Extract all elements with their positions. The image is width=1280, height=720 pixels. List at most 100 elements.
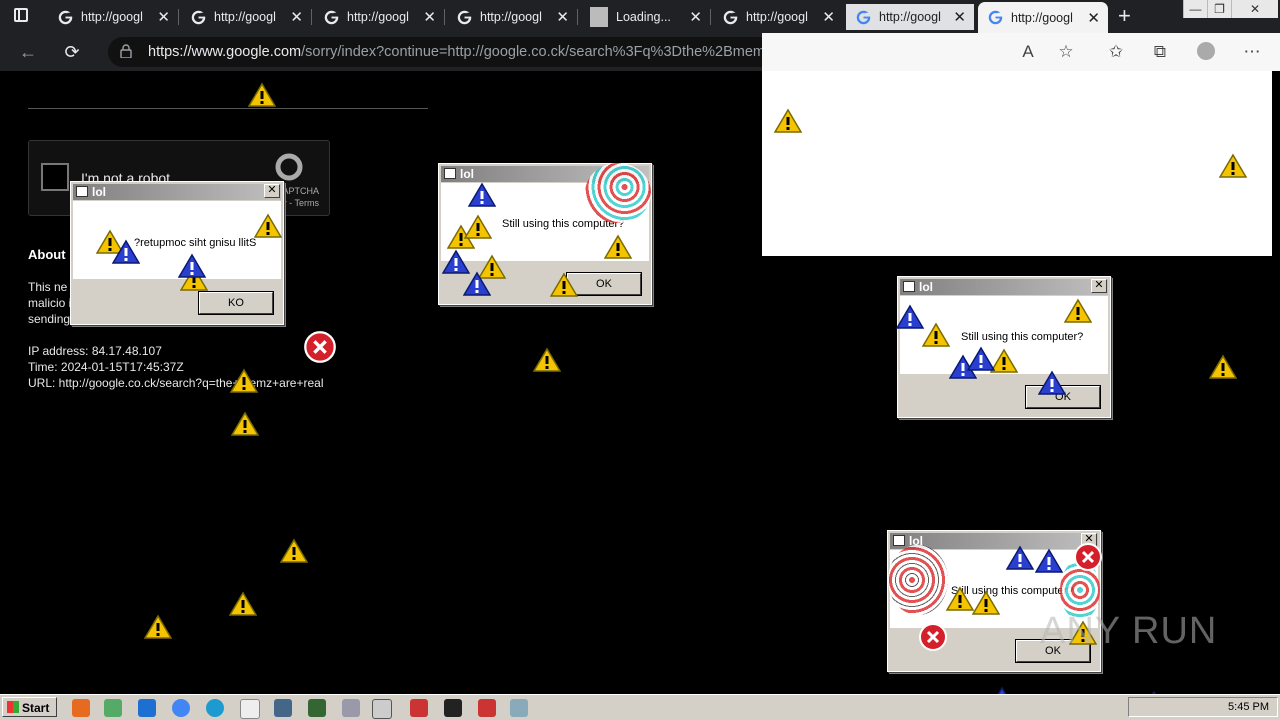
add-favorite-icon[interactable]: ☆ [1056, 42, 1076, 62]
tab-title: http://googl [480, 10, 542, 24]
favorites-icon[interactable]: ✩ [1106, 42, 1126, 62]
warning-icon [922, 322, 950, 347]
warning-icon [604, 234, 632, 259]
browser-tab-active[interactable]: http://googl ✕ [978, 2, 1108, 33]
edge-icon[interactable] [206, 699, 224, 717]
tab-close-icon[interactable]: ✕ [423, 8, 436, 26]
tab-title: http://googl [746, 10, 808, 24]
anyrun-watermark: ANY RUN [1040, 610, 1218, 652]
info-icon [112, 239, 140, 264]
warning-icon [1209, 354, 1237, 379]
google-favicon-icon [856, 10, 871, 24]
tab-close-icon[interactable]: ✕ [689, 8, 702, 26]
clock: 5:45 PM [1228, 701, 1269, 713]
computer-icon[interactable] [274, 699, 292, 717]
app-icon[interactable] [478, 699, 496, 717]
info-icon [178, 253, 206, 278]
browser-tab[interactable]: http://googl ✕ [713, 4, 843, 30]
browser-tab[interactable]: http://googl ✕ [314, 4, 445, 30]
warning-icon [230, 368, 258, 393]
dialog-titlebar: lol [900, 279, 1108, 295]
back-icon[interactable]: ← [18, 42, 38, 62]
chrome-icon[interactable] [172, 699, 190, 717]
dialog-message: ?retupmoc siht gnisu llitS [134, 237, 257, 249]
error-icon [919, 623, 947, 651]
swirl-artifact [585, 163, 651, 223]
tab-title: http://googl [879, 10, 941, 24]
tab-close-icon[interactable]: ✕ [953, 8, 966, 26]
calculator-icon[interactable] [342, 699, 360, 717]
recaptcha-logo-icon [275, 153, 303, 181]
windows-logo-icon [7, 701, 19, 713]
browser-content-pane [762, 71, 1272, 256]
warning-icon [533, 347, 561, 372]
browser-tab[interactable]: http://googl ✕ [48, 4, 179, 30]
url-line: URL: http://google.co.ck/search?q=the+me… [28, 376, 324, 390]
google-favicon-icon [58, 10, 73, 24]
warning-icon [231, 411, 259, 436]
tab-close-icon[interactable]: ✕ [1087, 9, 1100, 27]
tab-actions-menu-icon[interactable] [14, 8, 28, 22]
error-icon [1074, 543, 1102, 571]
tab-close-icon[interactable]: ✕ [556, 8, 569, 26]
info-icon [1006, 545, 1034, 570]
tab-close-icon[interactable]: ✕ [157, 8, 170, 26]
browser-tab[interactable]: http://googl ✕ [447, 4, 578, 30]
recaptcha-checkbox[interactable] [41, 163, 69, 191]
new-tab-icon[interactable]: + [1118, 4, 1136, 28]
app-icon[interactable] [410, 699, 428, 717]
warning-icon [972, 590, 1000, 615]
swirl-artifact [888, 545, 948, 615]
dialog-title: lol [919, 280, 933, 294]
close-window-icon[interactable]: ✕ [1231, 0, 1278, 18]
profile-avatar-icon[interactable] [1196, 42, 1216, 62]
url-domain: https://www.google.com [148, 44, 302, 60]
paint-icon[interactable] [510, 699, 528, 717]
browser-tab[interactable]: Loading... ✕ [580, 4, 711, 30]
tab-close-icon[interactable]: ✕ [822, 8, 835, 26]
cmd-icon[interactable] [444, 699, 462, 717]
loading-page-icon [590, 7, 608, 27]
ok-button[interactable]: OK [566, 272, 642, 296]
tab-title: http://googl [214, 10, 276, 24]
warning-icon [254, 213, 282, 238]
dialog-close-icon[interactable]: ✕ [264, 184, 280, 198]
tab-title: http://googl [1011, 10, 1073, 25]
dialog-close-icon[interactable]: ✕ [1091, 279, 1107, 293]
warning-icon [464, 214, 492, 239]
refresh-icon[interactable]: ⟳ [62, 42, 82, 62]
browser-tab[interactable]: http://googl ✕ [181, 4, 312, 30]
folder-icon[interactable] [104, 699, 122, 717]
system-tray: 5:45 PM [1128, 697, 1278, 717]
divider [28, 108, 428, 109]
start-label: Start [22, 701, 50, 715]
read-aloud-icon[interactable]: A [1018, 42, 1038, 62]
recaptcha-terms-link[interactable]: y - Terms [282, 198, 319, 208]
warning-icon [144, 614, 172, 639]
start-button[interactable]: Start [2, 697, 57, 717]
info-icon [896, 304, 924, 329]
browser-tab[interactable]: http://googl ✕ [846, 4, 974, 30]
minimize-icon[interactable]: — [1183, 0, 1207, 18]
media-player-icon[interactable] [138, 699, 156, 717]
google-favicon-icon [457, 10, 472, 24]
app-icon [444, 168, 456, 179]
firefox-icon[interactable] [72, 699, 90, 717]
warning-icon [229, 591, 257, 616]
dialog-message: Still using this computer? [961, 331, 1084, 343]
collections-icon[interactable]: ⧉ [1150, 42, 1170, 62]
address-bar[interactable]: https://www.google.com/sorry/index?conti… [108, 37, 1065, 67]
info-icon [463, 271, 491, 296]
ip-address-line: IP address: 84.17.48.107 [28, 344, 162, 358]
network-icon[interactable] [308, 699, 326, 717]
google-favicon-icon [191, 10, 206, 24]
google-favicon-icon [988, 10, 1003, 25]
calendar-icon[interactable] [372, 699, 392, 719]
ok-button[interactable]: KO [198, 291, 274, 315]
more-menu-icon[interactable]: ⋯ [1242, 42, 1262, 62]
notepad-icon[interactable] [240, 699, 260, 719]
tab-close-icon[interactable]: ✕ [290, 8, 303, 26]
restore-icon[interactable]: ❐ [1207, 0, 1231, 18]
info-icon [468, 182, 496, 207]
warning-icon [550, 272, 578, 297]
